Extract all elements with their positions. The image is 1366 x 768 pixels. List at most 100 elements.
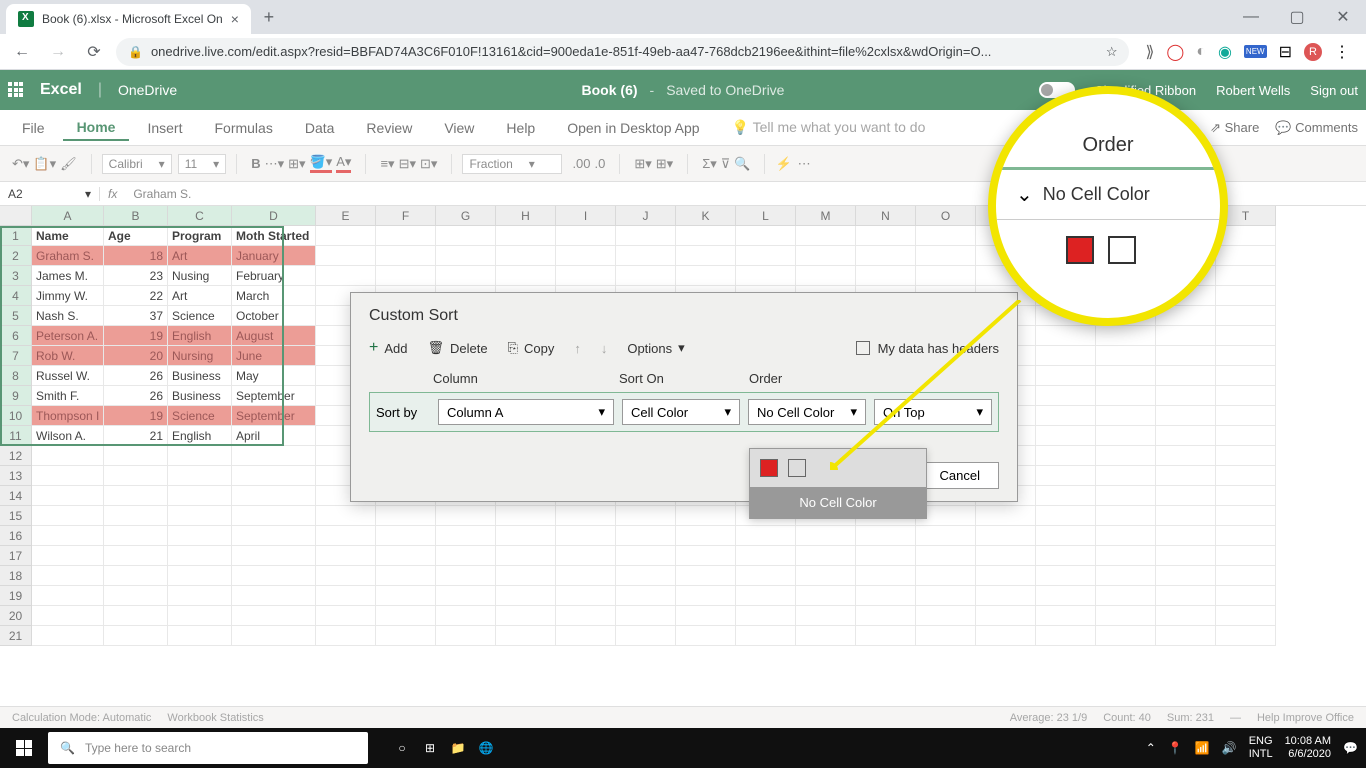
cell[interactable] (316, 546, 376, 566)
cell[interactable] (1096, 486, 1156, 506)
cell[interactable] (232, 466, 316, 486)
cell[interactable] (168, 586, 232, 606)
cell[interactable] (616, 626, 676, 646)
column-header[interactable]: O (916, 206, 976, 226)
column-header[interactable]: B (104, 206, 168, 226)
cell[interactable] (1036, 406, 1096, 426)
cell[interactable] (1036, 506, 1096, 526)
cell[interactable] (616, 266, 676, 286)
cell[interactable] (104, 606, 168, 626)
row-header[interactable]: 14 (0, 486, 32, 506)
move-down-button[interactable]: ↓ (601, 341, 608, 356)
delete-button[interactable]: 🗑Delete (427, 340, 487, 356)
cell[interactable] (916, 226, 976, 246)
ext-icon[interactable]: ⊟ (1279, 42, 1292, 62)
cell[interactable] (1156, 606, 1216, 626)
cell[interactable] (556, 546, 616, 566)
sort-icon[interactable]: ⊽ (721, 156, 731, 172)
cell[interactable] (1156, 566, 1216, 586)
merge-icon[interactable]: ⊟▾ (399, 156, 416, 172)
no-cell-color-option[interactable]: No Cell Color (750, 487, 926, 518)
cell[interactable] (316, 506, 376, 526)
cell[interactable] (976, 626, 1036, 646)
format-select[interactable]: Fraction▾ (462, 154, 562, 174)
cell[interactable] (856, 526, 916, 546)
cell[interactable] (796, 226, 856, 246)
cell[interactable] (376, 526, 436, 546)
options-button[interactable]: Options▾ (627, 340, 684, 356)
ext-icon[interactable]: ⟫ (1145, 42, 1154, 62)
cell[interactable] (856, 606, 916, 626)
cell[interactable] (676, 506, 736, 526)
row-header[interactable]: 20 (0, 606, 32, 626)
cell[interactable] (916, 246, 976, 266)
table-icon[interactable]: ⊞▾ (634, 156, 651, 172)
cells-icon[interactable]: ⊞▾ (656, 156, 673, 172)
cell[interactable] (316, 586, 376, 606)
cell[interactable] (104, 506, 168, 526)
cell[interactable] (1036, 546, 1096, 566)
cell[interactable] (976, 526, 1036, 546)
row-header[interactable]: 19 (0, 586, 32, 606)
row-header[interactable]: 21 (0, 626, 32, 646)
cell[interactable] (616, 546, 676, 566)
cell[interactable] (976, 606, 1036, 626)
cell[interactable] (856, 226, 916, 246)
ext-icon[interactable]: NEW (1244, 45, 1267, 58)
cell[interactable] (1156, 426, 1216, 446)
wifi-icon[interactable]: 📶 (1195, 741, 1210, 755)
cell[interactable] (916, 626, 976, 646)
cell[interactable] (496, 506, 556, 526)
cell[interactable] (676, 246, 736, 266)
color-swatch-red[interactable] (760, 459, 778, 477)
cell[interactable] (1216, 446, 1276, 466)
cell[interactable] (1216, 486, 1276, 506)
cell[interactable] (556, 506, 616, 526)
cell[interactable] (1156, 486, 1216, 506)
cell[interactable] (856, 626, 916, 646)
cortana-icon[interactable]: ○ (388, 734, 416, 762)
cell[interactable] (316, 626, 376, 646)
cell[interactable] (104, 586, 168, 606)
cell[interactable] (436, 626, 496, 646)
cell[interactable] (616, 526, 676, 546)
notifications-icon[interactable]: 💬 (1343, 741, 1358, 755)
column-header[interactable]: C (168, 206, 232, 226)
forward-button[interactable]: → (44, 38, 72, 66)
cell[interactable] (556, 586, 616, 606)
move-up-button[interactable]: ↑ (574, 341, 581, 356)
cell[interactable] (796, 546, 856, 566)
more-font-icon[interactable]: ⋯▾ (265, 156, 285, 172)
column-header[interactable]: D (232, 206, 316, 226)
cell[interactable] (32, 626, 104, 646)
cell[interactable] (856, 566, 916, 586)
cell[interactable] (1096, 366, 1156, 386)
column-header[interactable]: A (32, 206, 104, 226)
cell[interactable] (976, 506, 1036, 526)
menu-icon[interactable]: ⋮ (1334, 42, 1350, 62)
cell[interactable] (32, 546, 104, 566)
profile-avatar[interactable]: R (1304, 43, 1322, 61)
cell[interactable] (1216, 546, 1276, 566)
cell[interactable] (916, 266, 976, 286)
cell[interactable] (104, 486, 168, 506)
cell[interactable] (796, 246, 856, 266)
cancel-button[interactable]: Cancel (921, 462, 999, 489)
cell[interactable] (1216, 386, 1276, 406)
border-icon[interactable]: ⊞▾ (288, 156, 305, 172)
tab-view[interactable]: View (430, 116, 488, 140)
align-icon[interactable]: ≡▾ (380, 156, 394, 172)
cell[interactable] (676, 606, 736, 626)
name-box[interactable]: A2▾ (0, 187, 100, 201)
cell[interactable] (1096, 606, 1156, 626)
cell[interactable] (1036, 526, 1096, 546)
cell[interactable] (496, 246, 556, 266)
cell[interactable] (556, 626, 616, 646)
cell[interactable] (168, 566, 232, 586)
cell[interactable] (376, 606, 436, 626)
cell[interactable] (316, 266, 376, 286)
cell[interactable] (1216, 286, 1276, 306)
cell[interactable] (1156, 526, 1216, 546)
font-select[interactable]: Calibri▾ (102, 154, 172, 174)
cell[interactable] (1156, 326, 1216, 346)
